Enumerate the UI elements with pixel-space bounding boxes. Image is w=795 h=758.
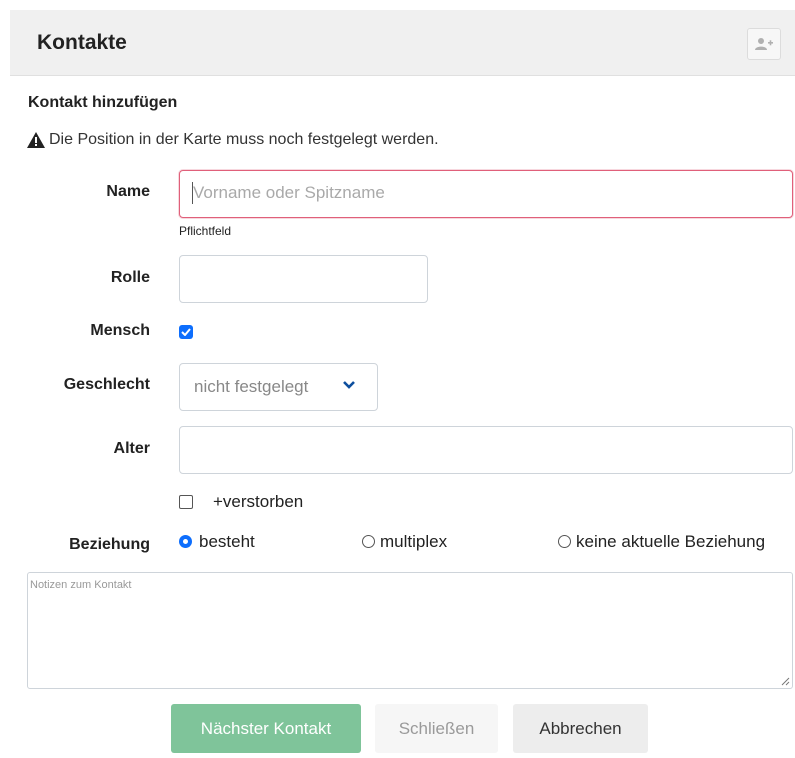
panel-header: Kontakte [10,10,795,76]
warning-triangle-icon [27,132,45,148]
checkmark-icon [181,328,191,336]
cancel-button[interactable]: Abbrechen [513,704,648,753]
add-contact-button[interactable] [747,28,781,60]
name-required-hint: Pflichtfeld [179,224,232,238]
next-contact-button[interactable]: Nächster Kontakt [171,704,361,753]
radio-besteht-label: besteht [199,532,255,551]
mensch-checkbox[interactable] [179,325,193,339]
rolle-label: Rolle [110,269,150,286]
radio-multiplex[interactable] [362,535,375,548]
notes-textarea[interactable]: Notizen zum Kontakt [27,572,793,689]
warning-text: Die Position in der Karte muss noch fest… [49,131,439,148]
alter-label: Alter [113,440,150,457]
chevron-down-icon [343,381,355,389]
beziehung-label: Beziehung [69,536,150,553]
position-warning: Die Position in der Karte muss noch fest… [27,131,439,149]
name-placeholder: Vorname oder Spitzname [193,183,385,202]
name-input[interactable]: Vorname oder Spitzname [179,170,793,218]
rolle-input[interactable] [179,255,428,303]
alter-input[interactable] [179,426,793,474]
geschlecht-select[interactable]: nicht festgelegt [179,363,378,411]
radio-keine-beziehung[interactable] [558,535,571,548]
panel-title: Kontakte [37,31,127,54]
geschlecht-selected-value: nicht festgelegt [194,377,309,396]
name-label: Name [106,183,150,200]
verstorben-checkbox[interactable] [179,495,193,509]
radio-keine-beziehung-label: keine aktuelle Beziehung [576,532,766,551]
geschlecht-label: Geschlecht [63,376,150,393]
mensch-label: Mensch [90,322,150,339]
close-button[interactable]: Schließen [375,704,498,753]
radio-besteht[interactable] [179,535,192,548]
section-title: Kontakt hinzufügen [28,94,178,111]
resize-handle-icon[interactable] [781,677,790,686]
radio-multiplex-label: multiplex [380,532,448,551]
user-plus-icon [755,38,773,50]
verstorben-label: +verstorben [213,492,304,511]
notes-placeholder: Notizen zum Kontakt [30,579,132,591]
